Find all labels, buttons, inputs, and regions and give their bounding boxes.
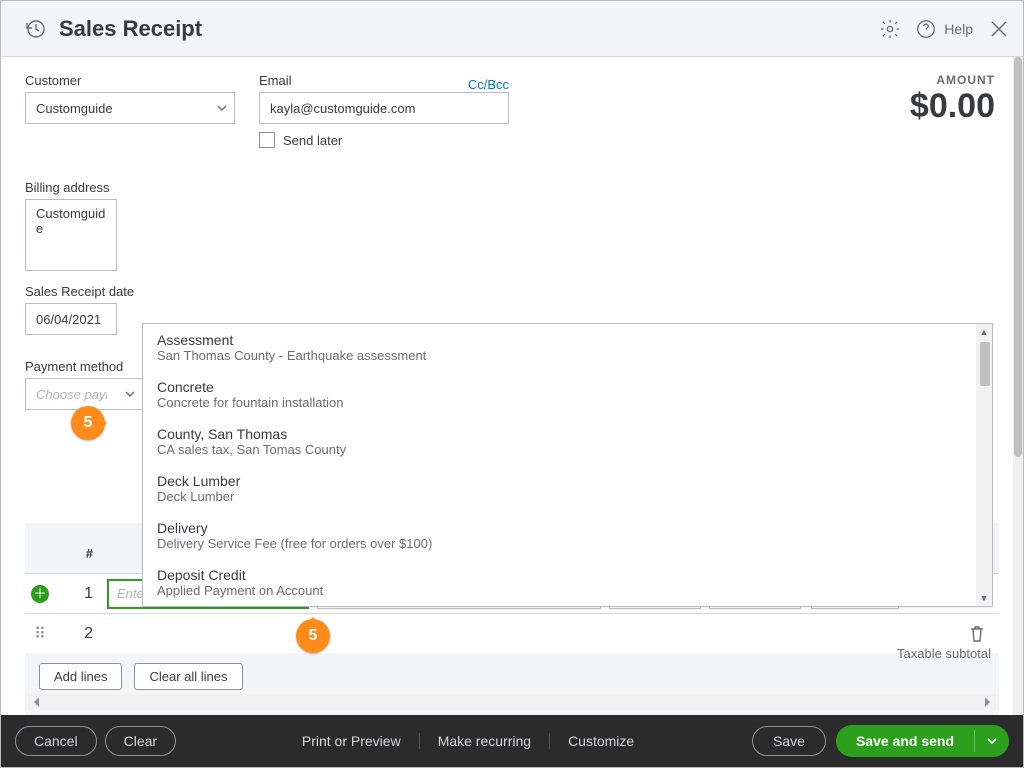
dropdown-item[interactable]: Deposit CreditApplied Payment on Account [143,559,992,606]
billing-label: Billing address [25,180,999,195]
make-recurring-button[interactable]: Make recurring [420,733,550,749]
ccbcc-link[interactable]: Cc/Bcc [468,77,509,92]
help-link[interactable]: Help [944,21,973,37]
clear-lines-button[interactable]: Clear all lines [134,663,242,690]
step-callout: 5 [296,619,330,653]
dropdown-scrollbar[interactable]: ▲▼ [976,324,992,606]
send-later-checkbox[interactable] [259,132,275,148]
customer-label: Customer [25,73,235,88]
amount-value: $0.00 [910,87,995,126]
save-and-send-button[interactable]: Save and send [836,725,1009,757]
taxable-subtotal-label: Taxable subtotal [897,646,991,661]
help-icon[interactable] [912,15,940,43]
product-service-dropdown[interactable]: AssessmentSan Thomas County - Earthquake… [142,323,993,607]
billing-textarea[interactable]: Customguide [25,199,117,271]
dropdown-item[interactable]: DeliveryDelivery Service Fee (free for o… [143,512,992,559]
step-callout: 5 [71,406,105,440]
add-row-icon[interactable]: ＋ [31,585,49,603]
dropdown-item[interactable]: Deck LumberDeck Lumber [143,465,992,512]
chevron-down-icon[interactable] [117,378,143,410]
history-icon [21,15,49,43]
footer-bar: Cancel Clear Print or Preview Make recur… [1,715,1023,767]
payment-method-input[interactable] [25,378,117,410]
grid-row[interactable]: ⠿ 2 [25,613,999,653]
save-button[interactable]: Save [752,726,826,756]
drag-handle-icon[interactable]: ⠿ [25,624,55,644]
amount-label: AMOUNT [910,73,995,87]
add-lines-button[interactable]: Add lines [39,663,122,690]
receipt-date-label: Sales Receipt date [25,284,999,299]
dropdown-item[interactable]: AssessmentSan Thomas County - Earthquake… [143,324,992,371]
email-input[interactable] [259,92,509,124]
chevron-down-icon[interactable] [974,730,1009,752]
row-number: 1 [55,585,103,603]
email-label: Email [259,73,292,88]
gear-icon[interactable] [876,15,904,43]
cancel-button[interactable]: Cancel [15,726,97,756]
grid-h-scrollbar[interactable] [25,694,999,710]
close-icon[interactable] [987,17,1011,41]
clear-button[interactable]: Clear [105,726,176,756]
page-title: Sales Receipt [59,16,868,42]
dropdown-item[interactable]: ConcreteConcrete for fountain installati… [143,371,992,418]
dropdown-item[interactable]: County, San ThomasCA sales tax, San Toma… [143,418,992,465]
delete-row-icon[interactable] [955,626,999,642]
customize-button[interactable]: Customize [550,733,652,749]
customer-input[interactable] [25,92,209,124]
print-preview-button[interactable]: Print or Preview [284,733,420,749]
receipt-date-input[interactable] [25,303,117,335]
row-number: 2 [55,625,103,643]
chevron-down-icon[interactable] [209,92,235,124]
payment-method-select[interactable] [25,378,143,410]
customer-select[interactable] [25,92,235,124]
send-later-label: Send later [283,133,342,148]
